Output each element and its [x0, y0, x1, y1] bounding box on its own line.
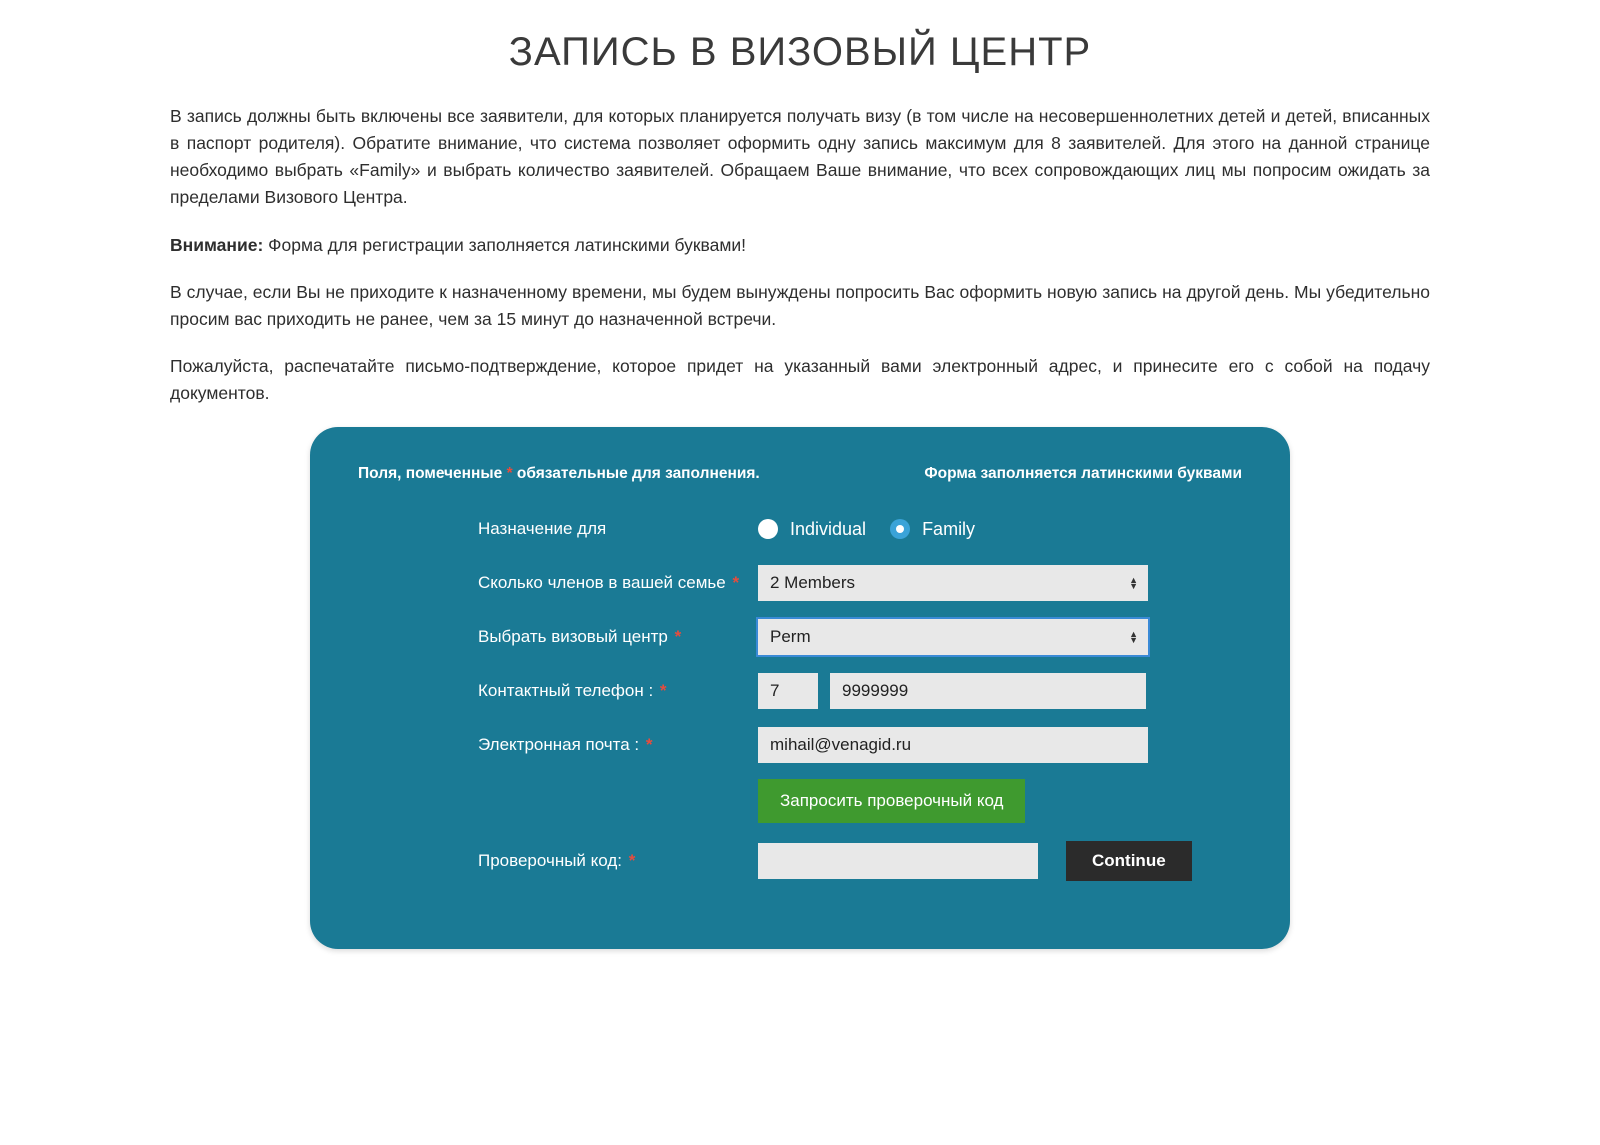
members-select[interactable]: 2 Members ▲▼ — [758, 565, 1148, 601]
phone-number-input[interactable] — [830, 673, 1146, 709]
radio-individual-label: Individual — [790, 519, 866, 540]
label-center: Выбрать визовый центр * — [478, 627, 758, 647]
asterisk-icon: * — [732, 573, 739, 592]
label-phone-text: Контактный телефон : — [478, 681, 653, 700]
assignment-radio-group: Individual Family — [758, 519, 975, 540]
label-members: Сколько членов в вашей семье * — [478, 573, 758, 593]
intro-paragraph-1: В запись должны быть включены все заявит… — [170, 103, 1430, 212]
required-note: Поля, помеченные * обязательные для запо… — [358, 465, 760, 483]
label-center-text: Выбрать визовый центр — [478, 627, 668, 646]
latin-note: Форма заполняется латинскими буквами — [924, 465, 1242, 483]
asterisk-icon: * — [629, 851, 636, 870]
phone-country-code-input[interactable] — [758, 673, 818, 709]
asterisk-icon: * — [646, 735, 653, 754]
radio-individual[interactable] — [758, 519, 778, 539]
request-code-button[interactable]: Запросить проверочный код — [758, 779, 1025, 823]
label-phone: Контактный телефон : * — [478, 681, 758, 701]
members-select-value: 2 Members — [770, 573, 855, 593]
attention-label: Внимание: — [170, 235, 263, 255]
page-title: ЗАПИСЬ В ВИЗОВЫЙ ЦЕНТР — [170, 30, 1430, 75]
label-code-text: Проверочный код: — [478, 851, 622, 870]
verification-code-input[interactable] — [758, 843, 1038, 879]
chevron-updown-icon: ▲▼ — [1129, 577, 1138, 589]
required-note-post: обязательные для заполнения. — [513, 465, 760, 482]
required-note-pre: Поля, помеченные — [358, 465, 507, 482]
label-email: Электронная почта : * — [478, 735, 758, 755]
asterisk-icon: * — [660, 681, 667, 700]
label-email-text: Электронная почта : — [478, 735, 639, 754]
attention-text: Форма для регистрации заполняется латинс… — [263, 235, 746, 255]
intro-paragraph-4: Пожалуйста, распечатайте письмо-подтверж… — [170, 353, 1430, 407]
radio-family[interactable] — [890, 519, 910, 539]
appointment-form: Поля, помеченные * обязательные для запо… — [310, 427, 1290, 949]
intro-paragraph-2: Внимание: Форма для регистрации заполняе… — [170, 232, 1430, 259]
radio-family-label: Family — [922, 519, 975, 540]
intro-paragraph-3: В случае, если Вы не приходите к назначе… — [170, 279, 1430, 333]
label-members-text: Сколько членов в вашей семье — [478, 573, 726, 592]
continue-button[interactable]: Continue — [1066, 841, 1192, 881]
label-code: Проверочный код: * — [478, 851, 758, 871]
email-input[interactable] — [758, 727, 1148, 763]
center-select[interactable]: Perm ▲▼ — [758, 619, 1148, 655]
center-select-value: Perm — [770, 627, 811, 647]
chevron-updown-icon: ▲▼ — [1129, 631, 1138, 643]
asterisk-icon: * — [675, 627, 682, 646]
label-assignment: Назначение для — [478, 519, 758, 539]
